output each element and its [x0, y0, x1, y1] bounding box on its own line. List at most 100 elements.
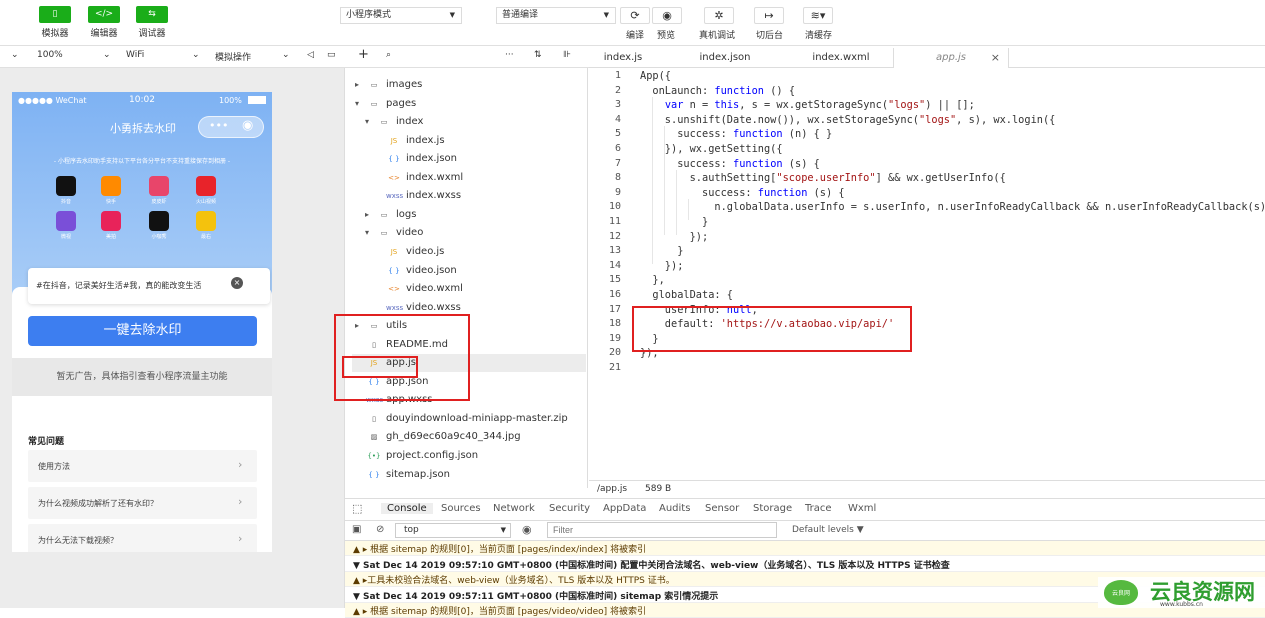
line-number: 4 [614, 113, 621, 125]
file-tree-item[interactable]: ▾ ▭ index [352, 113, 586, 131]
devtools-tab-wxml[interactable]: Wxml [848, 503, 876, 514]
file-tree-item[interactable]: <> index.wxml [352, 169, 586, 187]
faq-item[interactable]: 使用方法 › [28, 450, 257, 482]
devtools-tab-appdata[interactable]: AppData [603, 503, 646, 514]
preview-button[interactable]: ◉ [652, 7, 682, 24]
expand-icon[interactable]: ▾ [362, 224, 372, 242]
file-tree-item[interactable]: { } sitemap.json [352, 466, 586, 484]
file-tree-item[interactable]: {•} project.config.json [352, 447, 586, 465]
file-tree-item[interactable]: JS video.js [352, 243, 586, 261]
app-icon-3[interactable] [149, 176, 169, 196]
expand-icon[interactable]: ▾ [352, 95, 362, 113]
file-tree-item[interactable]: ▯ douyindownload-miniapp-master.zip [352, 410, 586, 428]
zoom-select[interactable]: 100% [37, 50, 63, 60]
context-select[interactable]: top ▼ [395, 523, 511, 538]
console-filter-input[interactable] [547, 522, 777, 538]
file-tree-item[interactable]: <> video.wxml [352, 280, 586, 298]
background-button[interactable]: ↦ [754, 7, 784, 24]
file-tree-item[interactable]: ▾ ▭ video [352, 224, 586, 242]
devtools-tab-sources[interactable]: Sources [441, 503, 481, 514]
simulator-button[interactable]: ▯ 模拟器 [35, 6, 75, 39]
editor-button[interactable]: </> 编辑器 [84, 6, 124, 39]
close-capsule-icon[interactable]: ◉ [242, 118, 253, 133]
file-tree-item[interactable]: ▸ ▭ images [352, 76, 586, 94]
layers-icon: ≋▾ [810, 9, 826, 22]
app-icon-8[interactable] [196, 211, 216, 231]
volume-icon[interactable]: ◁ [307, 50, 314, 60]
code-line: s.authSetting["scope.userInfo"] && wx.ge… [640, 172, 1006, 185]
tab-index-js[interactable]: index.js [589, 48, 657, 68]
chevron-down-icon[interactable]: ⌄ [11, 50, 19, 60]
tab-index-json[interactable]: index.json [683, 48, 767, 68]
devtools-tab-audits[interactable]: Audits [659, 503, 690, 514]
sort-icon[interactable]: ⇅ [534, 50, 542, 60]
file-tree-item[interactable]: wxss index.wxss [352, 187, 586, 205]
expand-icon[interactable]: ▸ [352, 76, 362, 94]
app-icon-4[interactable] [196, 176, 216, 196]
faq-item[interactable]: 为什么视频成功解析了还有水印？ › [28, 487, 257, 519]
tab-app-js[interactable]: app.js × [893, 48, 1009, 68]
clear-console-icon[interactable]: ⊘ [376, 524, 384, 535]
faq-item[interactable]: 为什么无法下载视频？ › [28, 524, 257, 552]
code-line: } [640, 245, 684, 258]
split-icon[interactable]: ⊪ [563, 50, 571, 60]
compile-label: 编译 [626, 31, 645, 41]
more-icon[interactable]: ··· [505, 50, 514, 60]
compile-button[interactable]: ⟳ [620, 7, 650, 24]
app-icon-2[interactable] [101, 176, 121, 196]
wxml-file-icon: <> [388, 285, 400, 294]
file-tree-item[interactable]: { } index.json [352, 150, 586, 168]
mode-select[interactable]: 小程序模式 ▼ [340, 7, 462, 24]
chevron-down-icon: ⌄ [192, 50, 200, 60]
exit-icon: ↦ [764, 9, 774, 22]
tab-label: index.wxml [812, 52, 870, 63]
file-tree-item[interactable]: JS index.js [352, 132, 586, 150]
debugger-button[interactable]: ⇆ 调试器 [132, 6, 172, 39]
devtools-tab-security[interactable]: Security [549, 503, 590, 514]
add-icon[interactable]: + [358, 47, 369, 62]
tab-index-wxml[interactable]: index.wxml [789, 48, 893, 68]
clear-cache-button[interactable]: ≋▾ [803, 7, 833, 24]
window-icon[interactable]: ▭ [327, 50, 336, 60]
indent-guide [664, 125, 665, 235]
code-line: }), wx.getSetting({ [640, 143, 783, 155]
remote-debug-button[interactable]: ✲ [704, 7, 734, 24]
close-tab-icon[interactable]: × [991, 48, 1000, 68]
capsule-menu[interactable]: ••• ◉ [198, 116, 264, 138]
file-tree-label: index.wxml [406, 171, 464, 183]
phone-simulator: ●●●●● WeChat 10:02 100% 小勇拆去水印 ••• ◉ - 小… [12, 92, 272, 552]
code-editor[interactable]: 1 App({2 onLaunch: function () {3 var n =… [589, 68, 1265, 480]
log-levels-select[interactable]: Default levels ▼ [792, 525, 864, 535]
devtools-tab-trace[interactable]: Trace [805, 503, 832, 514]
app-icon-5[interactable] [56, 211, 76, 231]
expand-icon[interactable]: ▸ [362, 206, 372, 224]
file-tree-label: douyindownload-miniapp-master.zip [386, 412, 568, 424]
wxml-file-icon: <> [388, 173, 400, 182]
devtools-tab-storage[interactable]: Storage [753, 503, 792, 514]
compile-select[interactable]: 普通编译 ▼ [496, 7, 616, 24]
operation-select[interactable]: 模拟操作 [215, 50, 251, 63]
link-input[interactable]: #在抖音，记录美好生活#我，真的能改变生活 × [28, 268, 270, 304]
app-icon-6[interactable] [101, 211, 121, 231]
search-icon[interactable]: ⌕ [386, 50, 391, 60]
more-icon[interactable]: ••• [209, 119, 228, 132]
inspect-icon[interactable]: ⬚ [352, 502, 362, 515]
remove-watermark-button[interactable]: 一键去除水印 [28, 316, 257, 346]
app-icon-7[interactable] [149, 211, 169, 231]
network-select[interactable]: WiFi [126, 50, 144, 60]
devtools-tab-sensor[interactable]: Sensor [705, 503, 739, 514]
file-tree-item[interactable]: ▨ gh_d69ec60a9c40_344.jpg [352, 428, 586, 446]
eye-icon[interactable]: ◉ [522, 523, 532, 536]
file-tree-item[interactable]: { } video.json [352, 262, 586, 280]
status-file: /app.js [597, 484, 628, 494]
file-tree-item[interactable]: ▸ ▭ logs [352, 206, 586, 224]
file-tree-item[interactable]: ▾ ▭ pages [352, 95, 586, 113]
devtools-tab-network[interactable]: Network [493, 503, 535, 514]
clear-icon[interactable]: × [231, 277, 243, 289]
sidebar-toggle-icon[interactable]: ▣ [352, 524, 361, 535]
app-icon-1[interactable] [56, 176, 76, 196]
js-file-icon: JS [390, 136, 398, 145]
expand-icon[interactable]: ▾ [362, 113, 372, 131]
line-number: 12 [608, 230, 621, 242]
devtools-tab-console[interactable]: Console [381, 503, 433, 514]
